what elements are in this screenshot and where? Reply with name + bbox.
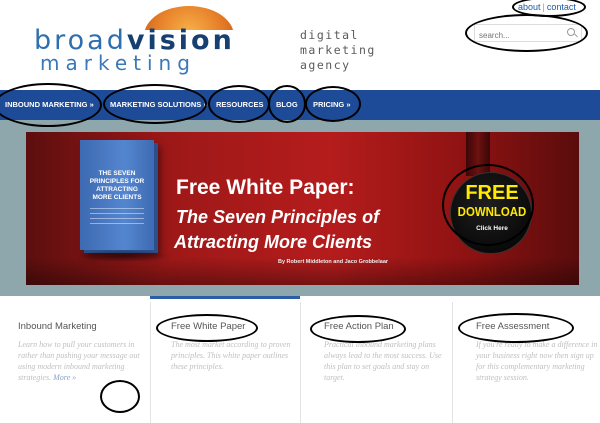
white-paper-cover-image: THE SEVEN PRINCIPLES FOR ATTRACTING MORE…: [80, 140, 154, 250]
banner-heading: Free White Paper:: [176, 176, 355, 199]
nav-item-inbound-marketing[interactable]: INBOUND MARKETING »: [5, 90, 94, 120]
book-lines: [90, 208, 144, 228]
nav-item-pricing[interactable]: PRICING »: [313, 90, 351, 120]
nav-item-blog[interactable]: BLOG: [276, 90, 298, 120]
column-title-free-white-paper[interactable]: Free White Paper: [171, 321, 245, 332]
book-title: THE SEVEN PRINCIPLES FOR ATTRACTING MORE…: [89, 170, 145, 201]
banner-subheading-line-1: The Seven Principles of: [176, 207, 380, 227]
search-box[interactable]: [474, 24, 582, 44]
contact-link[interactable]: contact: [547, 2, 576, 12]
column-text-inbound-marketing: Learn how to pull your customers in rath…: [18, 339, 143, 383]
banner-subheading-line-2: Attracting More Clients: [174, 232, 373, 252]
column-text-free-assessment: If you're ready to make a difference in …: [476, 340, 598, 382]
column-free-assessment: Free Assessment If you're ready to make …: [452, 296, 600, 423]
column-title-free-action-plan[interactable]: Free Action Plan: [324, 321, 394, 332]
column-text-free-action-plan: Practical inbound marketing plans always…: [324, 340, 442, 382]
search-icon[interactable]: [567, 28, 575, 36]
banner-area: THE SEVEN PRINCIPLES FOR ATTRACTING MORE…: [0, 120, 600, 296]
column-inbound-marketing: Inbound Marketing Learn how to pull your…: [0, 296, 150, 423]
more-link[interactable]: More »: [53, 373, 76, 382]
column-title-inbound-marketing[interactable]: Inbound Marketing: [18, 321, 97, 332]
free-download-button[interactable]: FREE DOWNLOAD Click Here: [450, 172, 532, 254]
main-nav: INBOUND MARKETING » MARKETING SOLUTIONS …: [0, 90, 600, 120]
brand-logo[interactable]: broadvision marketing: [34, 4, 266, 74]
top-links: about | contact: [518, 2, 576, 12]
logo-word-marketing: marketing: [40, 51, 196, 75]
top-links-separator: |: [542, 2, 545, 12]
agency-tagline: digital marketing agency: [300, 28, 376, 73]
column-title-free-assessment[interactable]: Free Assessment: [476, 321, 549, 332]
nav-item-marketing-solutions[interactable]: MARKETING SOLUTIONS »: [110, 90, 208, 120]
banner-author: By Robert Middleton and Jaco Grobbelaar: [278, 259, 389, 265]
seal-click-here-text: Click Here: [476, 225, 508, 232]
tagline-line-2: marketing: [300, 43, 376, 57]
white-paper-banner[interactable]: THE SEVEN PRINCIPLES FOR ATTRACTING MORE…: [26, 132, 579, 285]
ribbon-decoration: [466, 132, 490, 176]
seal-free-text: FREE: [465, 182, 519, 204]
book-shadow: [74, 250, 174, 262]
column-body-text: Learn how to pull your customers in rath…: [18, 340, 140, 382]
column-free-white-paper: Free White Paper The most market accordi…: [150, 296, 300, 423]
seal-download-text: DOWNLOAD: [457, 204, 527, 219]
tagline-line-3: agency: [300, 58, 351, 72]
search-input[interactable]: [475, 27, 561, 44]
tagline-line-1: digital: [300, 28, 359, 42]
column-free-action-plan: Free Action Plan Practical inbound marke…: [300, 296, 452, 423]
about-link[interactable]: about: [518, 2, 541, 12]
column-text-free-white-paper: The most market according to proven prin…: [171, 340, 291, 371]
nav-item-resources[interactable]: RESOURCES: [216, 90, 264, 120]
feature-columns: Inbound Marketing Learn how to pull your…: [0, 296, 600, 423]
